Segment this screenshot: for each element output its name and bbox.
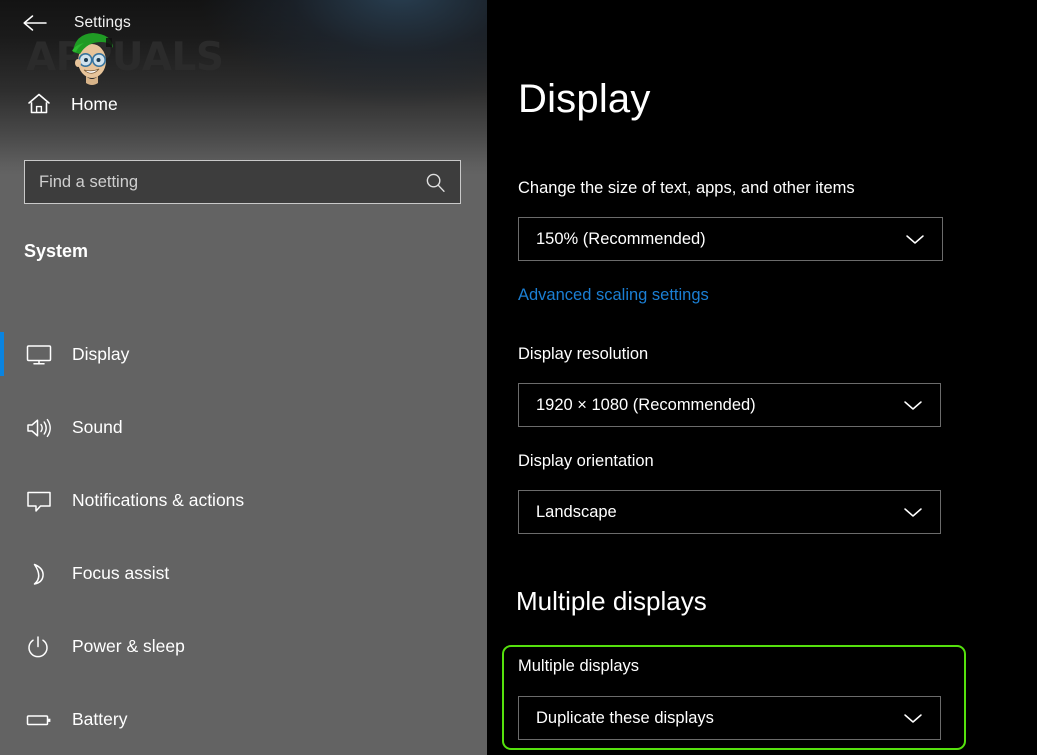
orientation-label: Display orientation: [518, 452, 654, 470]
main-content: Display Change the size of text, apps, a…: [487, 0, 1037, 755]
scale-dropdown-value: 150% (Recommended): [536, 229, 706, 248]
crescent-moon-icon: [18, 562, 60, 586]
power-icon: [18, 635, 60, 659]
sidebar-item-battery[interactable]: Battery: [0, 683, 487, 755]
sidebar-item-notifications-label: Notifications & actions: [72, 490, 245, 510]
multiple-displays-label: Multiple displays: [518, 657, 640, 675]
resolution-label: Display resolution: [518, 345, 649, 363]
sidebar: Settings APPUALS Home Find a setting Sys…: [0, 0, 487, 755]
sidebar-item-sound-label: Sound: [72, 417, 123, 437]
chat-bubble-icon: [18, 489, 60, 513]
page-title: Display: [518, 77, 651, 121]
window-titlebar: Settings: [0, 0, 487, 46]
battery-icon: [18, 708, 60, 732]
multiple-displays-dropdown[interactable]: Duplicate these displays: [518, 696, 941, 740]
search-input[interactable]: [39, 172, 425, 192]
sidebar-item-notifications[interactable]: Notifications & actions: [0, 464, 487, 537]
back-arrow-icon: [23, 15, 47, 31]
scale-label: Change the size of text, apps, and other…: [518, 179, 855, 197]
sidebar-item-focus-assist[interactable]: Focus assist: [0, 537, 487, 610]
sidebar-item-power-sleep-label: Power & sleep: [72, 636, 185, 656]
search-icon[interactable]: [425, 172, 446, 193]
advanced-scaling-settings-link[interactable]: Advanced scaling settings: [518, 286, 709, 305]
scale-dropdown[interactable]: 150% (Recommended): [518, 217, 943, 261]
sidebar-item-display[interactable]: Display: [0, 318, 487, 391]
search-field-wrapper[interactable]: [24, 160, 461, 204]
back-button[interactable]: [12, 3, 58, 43]
sidebar-item-power-sleep[interactable]: Power & sleep: [0, 610, 487, 683]
search-box[interactable]: [24, 160, 461, 204]
chevron-down-icon: [902, 398, 924, 412]
selection-accent-bar: [0, 332, 4, 376]
sidebar-item-home-label: Home: [71, 93, 118, 114]
sidebar-item-sound[interactable]: Sound: [0, 391, 487, 464]
settings-window: Settings APPUALS Home Find a setting Sys…: [0, 0, 1037, 755]
chevron-down-icon: [904, 232, 926, 246]
multiple-displays-dropdown-value: Duplicate these displays: [536, 708, 714, 727]
resolution-dropdown-value: 1920 × 1080 (Recommended): [536, 395, 756, 414]
chevron-down-icon: [902, 711, 924, 725]
sidebar-item-display-label: Display: [72, 344, 130, 364]
sidebar-section-title: System: [24, 241, 89, 261]
orientation-dropdown[interactable]: Landscape: [518, 490, 941, 534]
sidebar-nav: Display Sound Notifications & actions Fo…: [0, 318, 487, 755]
home-icon: [18, 92, 60, 116]
orientation-dropdown-value: Landscape: [536, 502, 617, 521]
window-title: Settings: [74, 14, 131, 31]
sidebar-item-home[interactable]: Home: [0, 86, 487, 122]
speaker-icon: [18, 416, 60, 440]
resolution-dropdown[interactable]: 1920 × 1080 (Recommended): [518, 383, 941, 427]
sidebar-item-battery-label: Battery: [72, 709, 128, 729]
chevron-down-icon: [902, 505, 924, 519]
monitor-icon: [18, 343, 60, 367]
multiple-displays-heading: Multiple displays: [516, 586, 707, 616]
sidebar-item-focus-assist-label: Focus assist: [72, 563, 170, 583]
